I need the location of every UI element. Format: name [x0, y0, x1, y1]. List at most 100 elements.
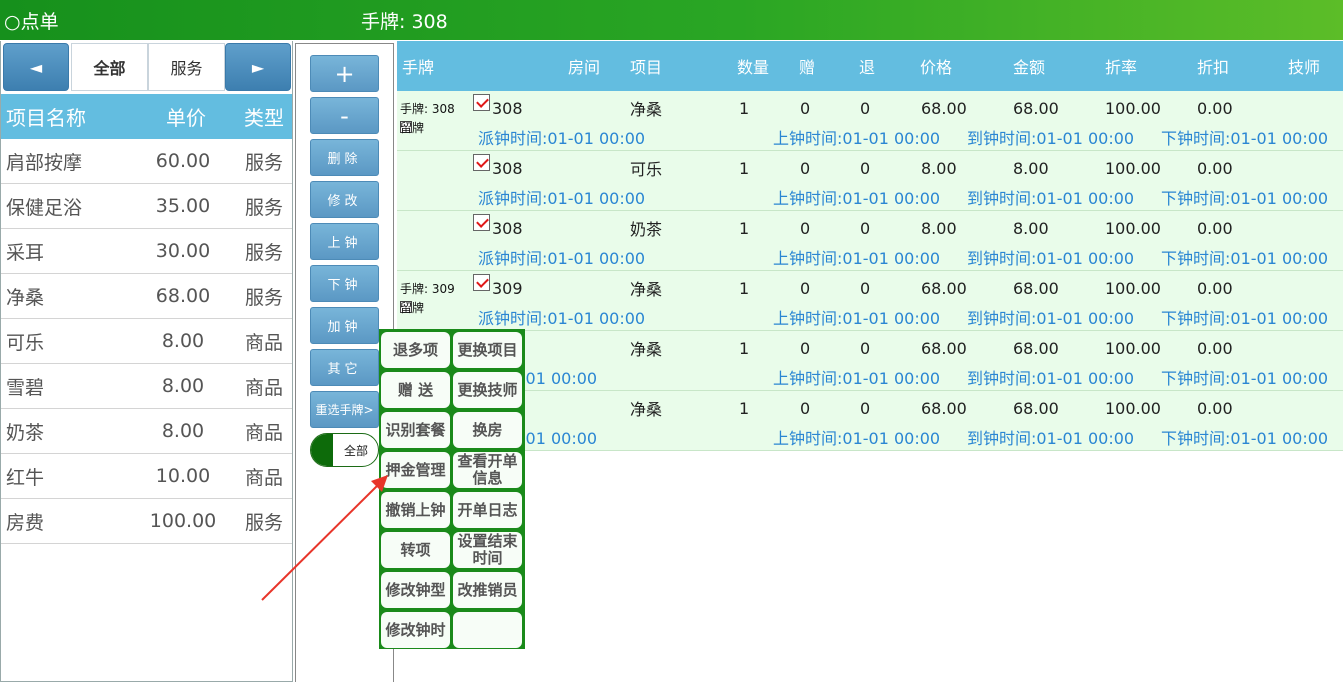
clock-due-time: 到钟时间:01-01 00:00 [967, 249, 1135, 268]
order-discount: 0.00 [1197, 338, 1233, 358]
return-multiple-button[interactable]: 退多项 [381, 332, 450, 368]
dispatch-time: 派钟时间:01-01 00:00 [478, 129, 646, 148]
show-all-toggle[interactable]: 全部 [310, 433, 379, 467]
dispatch-time: 派钟时间:01-01 00:00 [478, 309, 646, 328]
prev-page-button[interactable]: ◄ [3, 43, 69, 91]
plus-button[interactable]: + [310, 55, 379, 92]
order-refund: 0 [860, 218, 871, 238]
modify-clock-type-button[interactable]: 修改钟型 [381, 572, 450, 608]
order-row[interactable]: 手牌: 309 留牌 309 净桑 1 0 0 68.00 68.00 100.00 0.00 派钟时… [397, 271, 1343, 331]
order-rate: 100.00 [1105, 218, 1161, 238]
order-gift: 0 [800, 98, 811, 118]
set-end-time-button[interactable]: 设置结束 时间 [453, 532, 522, 568]
item-table-header: 项目名称 单价 类型 [1, 94, 292, 139]
order-rate: 100.00 [1105, 158, 1161, 178]
order-row[interactable]: 308 可乐 1 0 0 8.00 8.00 100.00 0.00 派钟时间:01-01 00:… [397, 151, 1343, 211]
change-room-button[interactable]: 换房 [453, 412, 522, 448]
order-rate: 100.00 [1105, 98, 1161, 118]
clock-due-time: 到钟时间:01-01 00:00 [967, 309, 1135, 328]
order-tag: 手牌: 309 [400, 282, 455, 296]
clock-off-button[interactable]: 下钟 [310, 265, 379, 302]
order-rate: 100.00 [1105, 338, 1161, 358]
item-row[interactable]: 雪碧 8.00 商品 [1, 364, 292, 409]
view-order-info-button[interactable]: 查看开单 信息 [453, 452, 522, 488]
col-item: 项目 [630, 58, 663, 77]
gift-button[interactable]: 赠 送 [381, 372, 450, 408]
item-row[interactable]: 红牛 10.00 商品 [1, 454, 292, 499]
item-row[interactable]: 保健足浴 35.00 服务 [1, 184, 292, 229]
clock-on-button[interactable]: 上钟 [310, 223, 379, 260]
order-row[interactable]: 净桑 1 0 0 68.00 68.00 100.00 0.00 间:01-01 00:00 上钟… [397, 391, 1343, 451]
item-row[interactable]: 可乐 8.00 商品 [1, 319, 292, 364]
col-rate: 折率 [1105, 58, 1138, 77]
modify-clock-time-button[interactable]: 修改钟时 [381, 612, 450, 648]
clock-off-time: 下钟时间:01-01 00:00 [1161, 189, 1329, 208]
minus-button[interactable]: - [310, 97, 379, 134]
next-page-button[interactable]: ► [225, 43, 291, 91]
deposit-management-button[interactable]: 押金管理 [381, 452, 450, 488]
order-gift: 0 [800, 158, 811, 178]
item-price: 35.00 [155, 195, 211, 217]
order-room: 308 [492, 158, 523, 178]
title-bar: ○点单 手牌: 308 [0, 0, 1343, 40]
order-price: 68.00 [921, 98, 967, 118]
clock-off-time: 下钟时间:01-01 00:00 [1161, 429, 1329, 448]
order-rate: 100.00 [1105, 278, 1161, 298]
order-price: 68.00 [921, 398, 967, 418]
row-select-checkbox[interactable] [473, 274, 490, 291]
order-discount: 0.00 [1197, 398, 1233, 418]
order-item: 净桑 [630, 100, 663, 119]
toggle-label: 全部 [343, 443, 368, 458]
order-row[interactable]: 净桑 1 0 0 68.00 68.00 100.00 0.00 间:01-01 00:00 上钟… [397, 331, 1343, 391]
item-row[interactable]: 采耳 30.00 服务 [1, 229, 292, 274]
keep-tag-label: 留牌 [400, 300, 425, 315]
order-room: 309 [492, 278, 523, 298]
tab-service[interactable]: 服务 [148, 43, 225, 91]
transfer-item-button[interactable]: 转项 [381, 532, 450, 568]
tab-all[interactable]: 全部 [71, 43, 148, 91]
row-select-checkbox[interactable] [473, 154, 490, 171]
item-type: 商品 [244, 331, 283, 354]
item-name: 保健足浴 [6, 196, 83, 219]
order-item: 奶茶 [630, 220, 663, 239]
clock-off-time: 下钟时间:01-01 00:00 [1161, 369, 1329, 388]
col-technician: 技师 [1288, 58, 1321, 77]
change-technician-button[interactable]: 更换技师 [453, 372, 522, 408]
row-select-checkbox[interactable] [473, 94, 490, 111]
other-button[interactable]: 其它 [310, 349, 379, 386]
add-clock-button[interactable]: 加钟 [310, 307, 379, 344]
order-amount: 68.00 [1013, 398, 1059, 418]
cancel-clock-on-button[interactable]: 撤销上钟 [381, 492, 450, 528]
more-actions-popup: 退多项 更换项目赠 送更换技师 识别套餐 换房 押金管理 查看开单 信息 撤销上钟 开单日志 转项… [379, 329, 525, 649]
change-salesperson-button[interactable]: 改推销员 [453, 572, 522, 608]
order-row[interactable]: 308 奶茶 1 0 0 8.00 8.00 100.00 0.00 派钟时间:01-01 00:… [397, 211, 1343, 271]
clock-off-time: 下钟时间:01-01 00:00 [1161, 129, 1329, 148]
item-row[interactable]: 净桑 68.00 服务 [1, 274, 292, 319]
item-type: 服务 [244, 196, 283, 219]
order-gift: 0 [800, 218, 811, 238]
order-room: 308 [492, 98, 523, 118]
order-discount: 0.00 [1197, 218, 1233, 238]
item-row[interactable]: 房费 100.00 服务 [1, 499, 292, 544]
order-discount: 0.00 [1197, 278, 1233, 298]
item-price: 100.00 [149, 510, 217, 532]
order-discount: 0.00 [1197, 158, 1233, 178]
item-type: 服务 [244, 151, 283, 174]
item-name: 采耳 [6, 241, 45, 264]
modify-button[interactable]: 修改 [310, 181, 379, 218]
item-row[interactable]: 奶茶 8.00 商品 [1, 409, 292, 454]
order-row[interactable]: 手牌: 308 留牌 308 净桑 1 0 0 68.00 68.00 100.00 0.00 派钟时… [397, 91, 1343, 151]
item-row[interactable]: 肩部按摩 60.00 服务 [1, 139, 292, 184]
identify-package-button[interactable]: 识别套餐 [381, 412, 450, 448]
order-log-button[interactable]: 开单日志 [453, 492, 522, 528]
change-item-button[interactable]: 更换项目 [453, 332, 522, 368]
order-gift: 0 [800, 338, 811, 358]
row-select-checkbox[interactable] [473, 214, 490, 231]
item-type: 商品 [244, 376, 283, 399]
delete-button[interactable]: 删除 [310, 139, 379, 176]
item-type: 服务 [244, 286, 283, 309]
clock-due-time: 到钟时间:01-01 00:00 [967, 129, 1135, 148]
reselect-tag-button[interactable]: 重选手牌> [310, 391, 379, 428]
clock-off-time: 下钟时间:01-01 00:00 [1161, 249, 1329, 268]
clock-on-time: 上钟时间:01-01 00:00 [773, 429, 941, 448]
